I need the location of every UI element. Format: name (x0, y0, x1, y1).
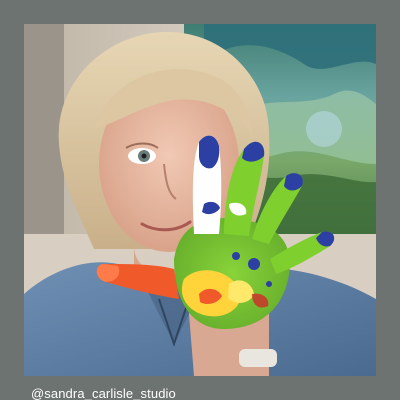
left-wall-shadow (24, 24, 64, 234)
watch (239, 349, 277, 367)
instagram-post-card: @sandra_carlisle_studio (0, 0, 400, 400)
photo-illustration (24, 24, 376, 376)
account-handle[interactable]: @sandra_carlisle_studio (31, 388, 176, 400)
post-photo[interactable] (24, 24, 376, 376)
